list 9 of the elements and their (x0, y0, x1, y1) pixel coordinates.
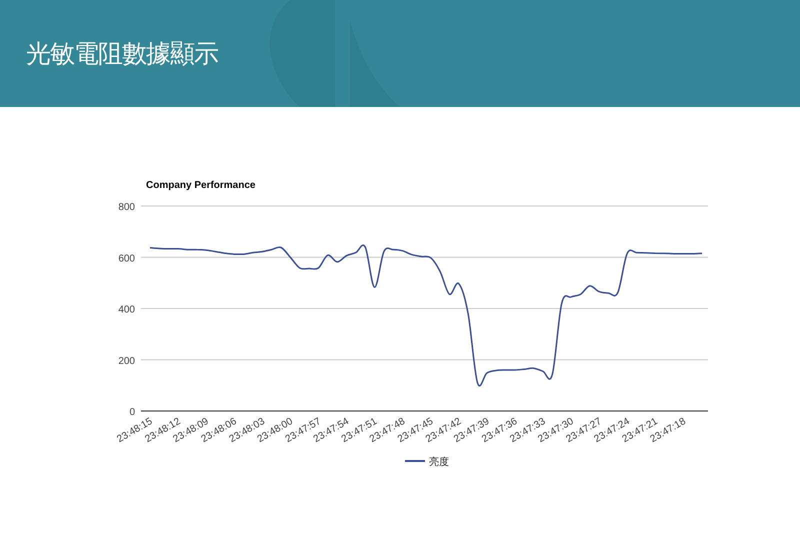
legend-line-icon (405, 460, 425, 462)
y-axis-label: 400 (118, 304, 135, 316)
y-axis-label: 600 (118, 253, 135, 264)
legend-label: 亮度 (429, 457, 449, 468)
y-axis-label: 200 (118, 356, 135, 367)
y-axis-label: 800 (118, 202, 135, 213)
y-axis-label: 0 (129, 407, 135, 418)
chart-title: Company Performance (146, 180, 256, 191)
page-title: 光敏電阻數據顯示 (26, 38, 218, 70)
